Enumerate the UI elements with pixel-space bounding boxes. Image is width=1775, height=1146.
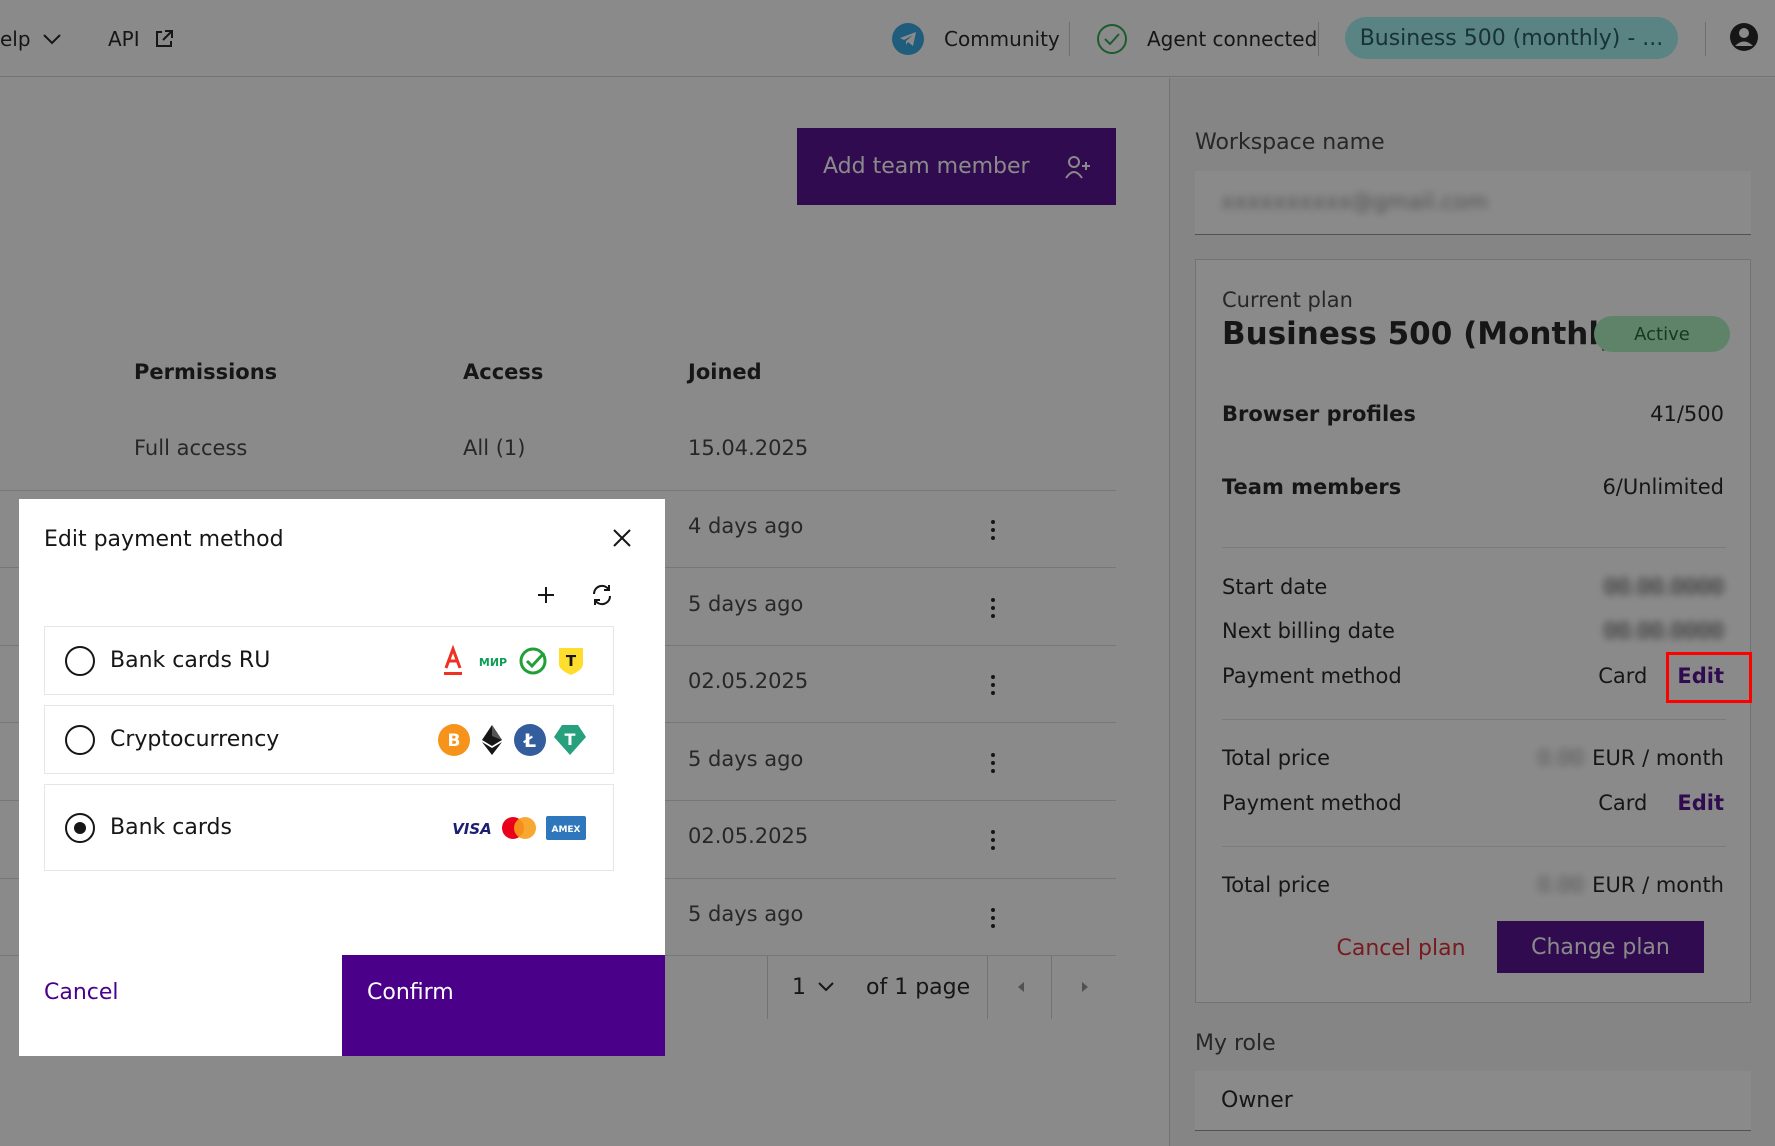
- radio-button[interactable]: [65, 646, 95, 676]
- refresh-icon[interactable]: [590, 583, 614, 607]
- edit-payment-method-modal: Edit payment method Bank cards RU МИР T …: [19, 499, 665, 1056]
- payment-logos: МИР T: [437, 644, 587, 678]
- add-icon[interactable]: [536, 585, 556, 605]
- payment-option-label: Cryptocurrency: [110, 727, 280, 752]
- svg-text:Ł: Ł: [523, 730, 536, 752]
- close-icon[interactable]: [611, 527, 633, 549]
- ethereum-icon: [482, 725, 502, 755]
- svg-text:T: T: [566, 652, 577, 670]
- amex-icon: AMEX: [546, 816, 586, 840]
- cancel-button[interactable]: Cancel: [19, 955, 342, 1056]
- payment-option-bank-cards-ru[interactable]: Bank cards RU МИР T: [44, 626, 614, 695]
- svg-text:T: T: [565, 730, 576, 749]
- highlight-box: [1666, 652, 1752, 703]
- visa-icon: VISA: [452, 820, 492, 838]
- modal-title: Edit payment method: [44, 527, 284, 552]
- confirm-button[interactable]: Confirm: [342, 955, 665, 1056]
- svg-text:B: B: [448, 731, 461, 751]
- tether-icon: T: [554, 725, 586, 755]
- tbank-icon: T: [559, 648, 583, 675]
- payment-logos: VISA AMEX: [451, 811, 587, 845]
- payment-option-label: Bank cards: [110, 815, 232, 840]
- payment-option-label: Bank cards RU: [110, 648, 271, 673]
- payment-option-cryptocurrency[interactable]: Cryptocurrency B Ł T: [44, 705, 614, 774]
- mastercard-icon: [502, 817, 536, 839]
- radio-button[interactable]: [65, 725, 95, 755]
- modal-footer: Cancel Confirm: [19, 955, 665, 1056]
- radio-button-selected[interactable]: [65, 813, 95, 843]
- svg-text:VISA: VISA: [452, 820, 492, 838]
- bitcoin-icon: B: [438, 724, 470, 756]
- svg-text:AMEX: AMEX: [551, 825, 580, 835]
- alfa-bank-icon: [444, 644, 462, 675]
- mir-icon: МИР: [479, 656, 507, 669]
- payment-option-bank-cards[interactable]: Bank cards VISA AMEX: [44, 784, 614, 871]
- svg-text:МИР: МИР: [479, 656, 507, 669]
- sber-icon: [519, 647, 547, 675]
- litecoin-icon: Ł: [514, 724, 546, 756]
- payment-logos: B Ł T: [437, 723, 587, 757]
